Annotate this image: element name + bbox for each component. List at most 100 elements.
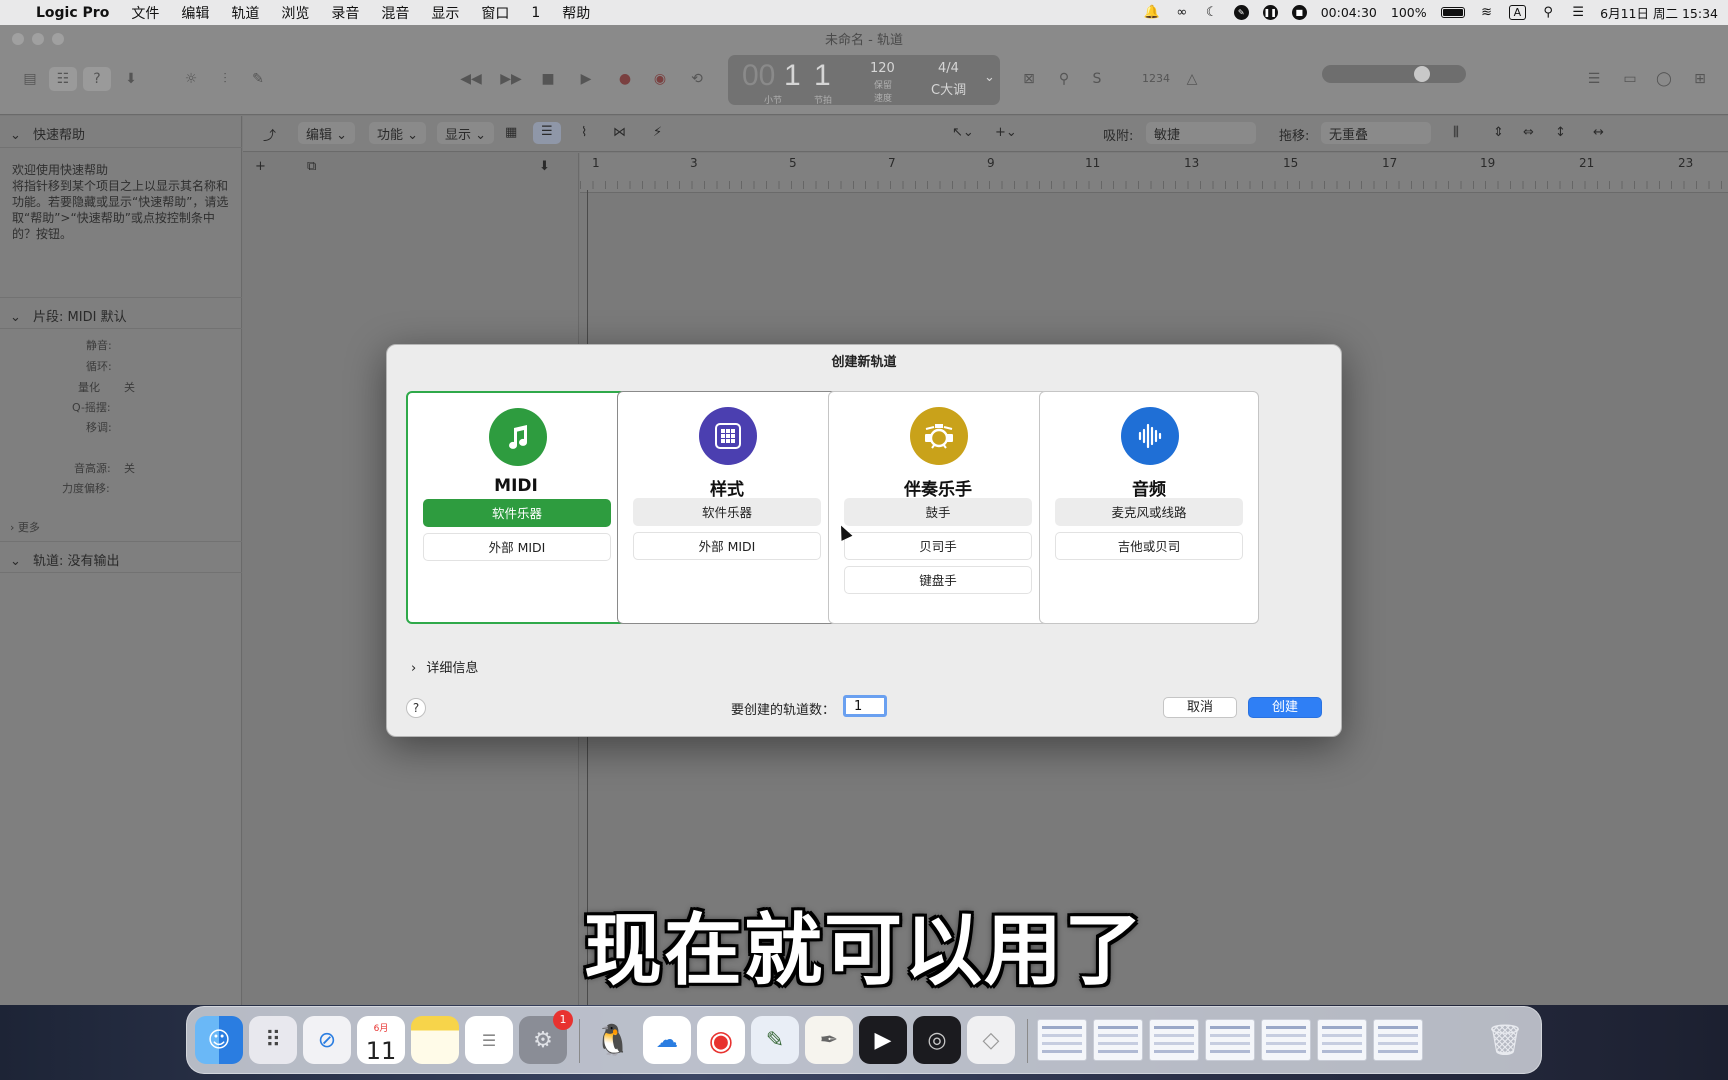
logic-pro-icon[interactable]: ◎: [913, 1016, 961, 1064]
track-inspector-header[interactable]: ⌄ 轨道: 没有输出: [0, 541, 242, 573]
automation-icon[interactable]: ⌇: [581, 125, 587, 140]
quick-help-header[interactable]: ⌄ 快速帮助: [0, 116, 242, 148]
help-button[interactable]: ?: [406, 698, 426, 718]
qq-icon[interactable]: 🐧: [589, 1016, 637, 1064]
vertical-fit-icon[interactable]: ⇕: [1493, 125, 1504, 140]
pencil-tool-icon[interactable]: +⌄: [995, 125, 1017, 140]
editors-icon[interactable]: ✎: [244, 67, 272, 91]
solo-icon[interactable]: S: [1083, 67, 1111, 91]
loop-browser-icon[interactable]: ◯: [1650, 67, 1678, 91]
app-menu[interactable]: Logic Pro: [36, 5, 109, 21]
pattern-external-button[interactable]: 外部 MIDI: [633, 532, 821, 560]
master-volume-slider[interactable]: [1322, 65, 1466, 83]
global-tracks-icon[interactable]: ⬇: [539, 159, 550, 174]
menu-view[interactable]: 显示: [431, 3, 459, 23]
browsers-icon[interactable]: ⊞: [1686, 67, 1714, 91]
control-center-icon[interactable]: ☰: [1570, 5, 1586, 20]
calendar-icon[interactable]: 6月 11: [357, 1016, 405, 1064]
trash-icon[interactable]: 🗑: [1481, 1016, 1529, 1064]
duplicate-track-icon[interactable]: ⧉: [307, 159, 316, 174]
menu-one[interactable]: 1: [531, 5, 540, 21]
toolbar-toggle-icon[interactable]: ⬇: [117, 67, 145, 91]
baidu-netdisk-icon[interactable]: ☁: [643, 1016, 691, 1064]
minimized-window-thumbnail[interactable]: [1261, 1019, 1311, 1061]
script-editor-icon[interactable]: ✎: [751, 1016, 799, 1064]
horizontal-fit-icon[interactable]: ⇔: [1523, 125, 1534, 140]
midi-software-instrument-button[interactable]: 软件乐器: [423, 499, 611, 527]
safari-icon[interactable]: ⊘: [303, 1016, 351, 1064]
flex-icon[interactable]: ⋈: [613, 125, 626, 140]
more-disclosure[interactable]: › 更多: [10, 519, 40, 535]
play-icon[interactable]: ▶: [572, 67, 600, 91]
stop-icon[interactable]: ■: [534, 67, 562, 91]
menu-window[interactable]: 窗口: [481, 3, 509, 23]
minimized-window-thumbnail[interactable]: [1205, 1019, 1255, 1061]
volume-knob[interactable]: [1414, 66, 1430, 82]
card-audio[interactable]: 音频 麦克风或线路 吉他或贝司: [1039, 391, 1259, 624]
record-icon[interactable]: ●: [611, 67, 639, 91]
grid-view-icon[interactable]: ▦: [505, 125, 517, 140]
bass-player-button[interactable]: 贝司手: [844, 532, 1032, 560]
horizontal-zoom-icon[interactable]: ↔: [1593, 125, 1604, 140]
keyboard-player-button[interactable]: 键盘手: [844, 566, 1032, 594]
menu-record[interactable]: 录音: [331, 3, 359, 23]
metronome-icon[interactable]: △: [1178, 67, 1206, 91]
quantize-value[interactable]: 关: [124, 379, 135, 395]
midi-external-button[interactable]: 外部 MIDI: [423, 533, 611, 561]
lcd-chevron-down-icon[interactable]: ⌄: [984, 70, 995, 85]
battery-icon[interactable]: [1440, 7, 1465, 18]
minimized-window-thumbnail[interactable]: [1037, 1019, 1087, 1061]
track-count-input[interactable]: [843, 695, 887, 717]
card-midi[interactable]: MIDI 软件乐器 外部 MIDI: [406, 391, 626, 624]
capture-record-icon[interactable]: ◉: [646, 67, 674, 91]
menu-track[interactable]: 轨道: [231, 3, 259, 23]
menu-mix[interactable]: 混音: [381, 3, 409, 23]
menu-help[interactable]: 帮助: [562, 3, 590, 23]
mixer-icon[interactable]: ⫶: [211, 67, 239, 91]
bar-ruler[interactable]: 1 3 5 7 9 11 13 15 17 19 21 23: [580, 153, 1728, 193]
pause-icon[interactable]: ❚❚: [1262, 5, 1278, 20]
textedit-icon[interactable]: ✒: [805, 1016, 853, 1064]
drummer-button[interactable]: 鼓手: [844, 498, 1032, 526]
minimized-window-thumbnail[interactable]: [1093, 1019, 1143, 1061]
count-in-icon[interactable]: 1234: [1138, 67, 1174, 91]
launchpad-icon[interactable]: ⠿: [249, 1016, 297, 1064]
spotlight-search-icon[interactable]: ⚲: [1540, 5, 1556, 20]
system-settings-icon[interactable]: ⚙ 1: [519, 1010, 573, 1064]
edit-menu[interactable]: 编辑 ⌄: [298, 122, 356, 144]
guitar-bass-button[interactable]: 吉他或贝司: [1055, 532, 1243, 560]
list-view-icon[interactable]: ☰: [533, 122, 561, 144]
waveform-zoom-icon[interactable]: ⫼: [1453, 125, 1459, 140]
inspector-toggle-icon[interactable]: ☷: [49, 67, 77, 91]
back-icon[interactable]: ⤴: [263, 125, 276, 144]
replace-mode-icon[interactable]: ⊠: [1015, 67, 1043, 91]
chrome-icon[interactable]: ◉: [697, 1016, 745, 1064]
pitch-value[interactable]: 关: [124, 460, 135, 476]
lcd-display[interactable]: 00 1 1 小节 节拍 120 保留 速度 4/4 C大调 ⌄: [728, 55, 1000, 106]
menu-browse[interactable]: 浏览: [281, 3, 309, 23]
cycle-icon[interactable]: ⟲: [683, 67, 711, 91]
quick-help-icon[interactable]: ?: [83, 67, 111, 91]
minimized-window-thumbnail[interactable]: [1317, 1019, 1367, 1061]
screen-recorder-icon[interactable]: ▶: [859, 1016, 907, 1064]
library-icon[interactable]: ▤: [16, 67, 44, 91]
menu-edit[interactable]: 编辑: [181, 3, 209, 23]
region-inspector-header[interactable]: ⌄ 片段: MIDI 默认: [0, 297, 242, 329]
pattern-software-instrument-button[interactable]: 软件乐器: [633, 498, 821, 526]
notification-bell-icon[interactable]: 🔔: [1144, 5, 1160, 20]
smart-controls-icon[interactable]: ☼: [177, 67, 205, 91]
menu-file[interactable]: 文件: [131, 3, 159, 23]
create-button[interactable]: 创建: [1248, 697, 1322, 718]
package-icon[interactable]: ◇: [967, 1016, 1015, 1064]
reminders-icon[interactable]: ☰: [465, 1016, 513, 1064]
card-pattern[interactable]: 样式 软件乐器 外部 MIDI: [617, 391, 837, 624]
microphone-line-button[interactable]: 麦克风或线路: [1055, 498, 1243, 526]
rewind-icon[interactable]: ◀◀: [457, 67, 485, 91]
moon-icon[interactable]: ☾: [1204, 5, 1220, 20]
finder-icon[interactable]: ☺: [195, 1016, 243, 1064]
drag-select[interactable]: 无重叠: [1321, 122, 1431, 144]
snap-select[interactable]: 敏捷: [1146, 122, 1256, 144]
notes-icon[interactable]: [411, 1016, 459, 1064]
stop-record-icon[interactable]: ■: [1291, 5, 1307, 20]
pointer-tool-icon[interactable]: ↖⌄: [952, 125, 974, 140]
